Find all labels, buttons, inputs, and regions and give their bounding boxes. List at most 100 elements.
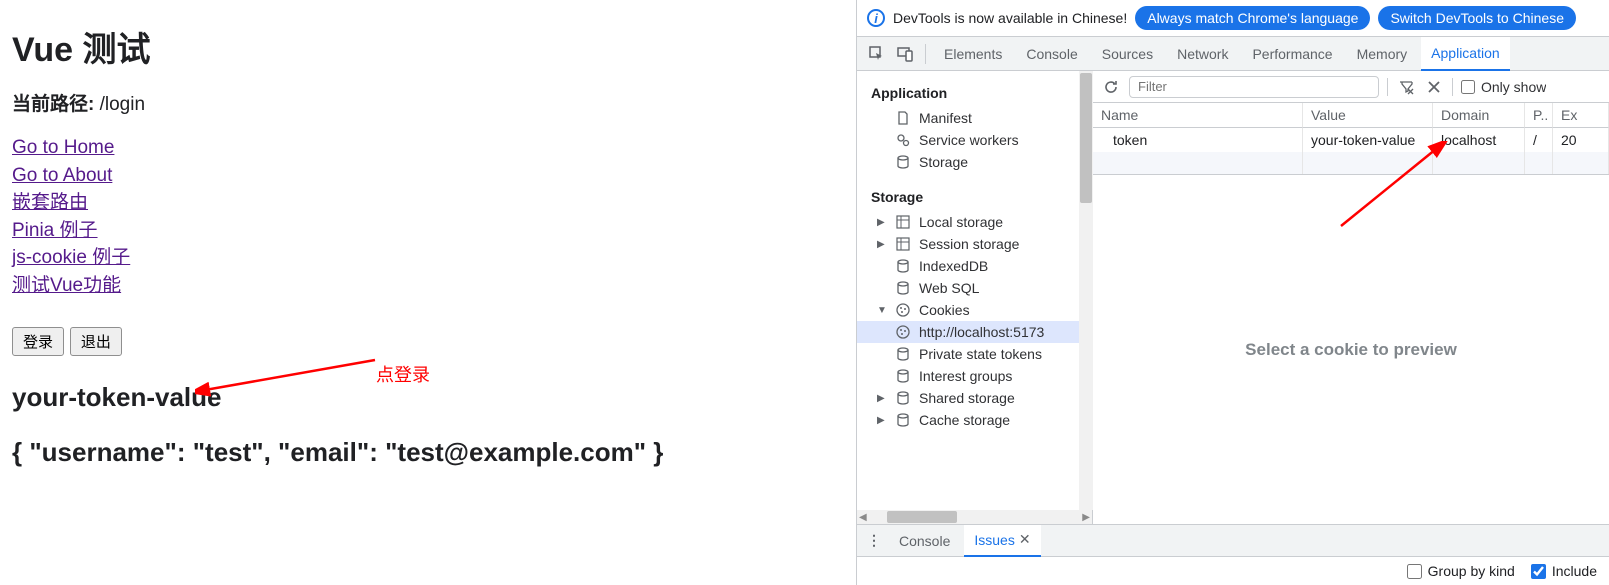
- sidebar-service-workers[interactable]: Service workers: [857, 129, 1093, 151]
- col-expires[interactable]: Ex: [1553, 103, 1609, 128]
- cookies-table: Name Value Domain P.. Ex token your-toke…: [1093, 103, 1609, 175]
- tab-performance[interactable]: Performance: [1242, 37, 1342, 71]
- route-value: /login: [100, 94, 145, 115]
- application-sidebar-wrapper: Application Manifest Service workers Sto…: [857, 71, 1093, 524]
- drawer-tab-console[interactable]: Console: [889, 525, 960, 557]
- cell-value: your-token-value: [1303, 128, 1433, 152]
- close-icon[interactable]: ✕: [1019, 531, 1031, 548]
- devtools-infobar: i DevTools is now available in Chinese! …: [857, 0, 1609, 37]
- sidebar-cache-storage[interactable]: ▶ Cache storage: [857, 409, 1093, 431]
- devtools-tabbar: Elements Console Sources Network Perform…: [857, 37, 1609, 71]
- auth-button-row: 登录 退出: [12, 327, 844, 356]
- pill-always-match[interactable]: Always match Chrome's language: [1135, 6, 1370, 30]
- tab-memory[interactable]: Memory: [1347, 37, 1418, 71]
- cookies-table-head: Name Value Domain P.. Ex: [1093, 103, 1609, 128]
- application-sidebar[interactable]: Application Manifest Service workers Sto…: [857, 71, 1093, 510]
- tab-console[interactable]: Console: [1016, 37, 1087, 71]
- cookie-icon: [895, 324, 911, 340]
- logout-button[interactable]: 退出: [70, 327, 122, 356]
- filter-input[interactable]: [1129, 76, 1379, 98]
- include-input[interactable]: [1531, 564, 1546, 579]
- info-icon: i: [867, 9, 885, 27]
- sidebar-cookie-origin[interactable]: http://localhost:5173: [857, 321, 1093, 343]
- sidebar-indexeddb[interactable]: IndexedDB: [857, 255, 1093, 277]
- tab-application[interactable]: Application: [1421, 37, 1510, 71]
- sidebar-interest-groups[interactable]: Interest groups: [857, 365, 1093, 387]
- devtools-panel: i DevTools is now available in Chinese! …: [856, 0, 1609, 585]
- cookie-icon: [895, 302, 911, 318]
- cookies-main: Only show Name Value Domain P.. Ex token…: [1093, 71, 1609, 524]
- grid-icon: [895, 214, 911, 230]
- sidebar-cookies[interactable]: ▼ Cookies: [857, 299, 1093, 321]
- cookies-toolbar: Only show: [1093, 71, 1609, 103]
- annotation-text: 点登录: [376, 361, 430, 387]
- sidebar-scrollbar[interactable]: [1079, 71, 1093, 510]
- infobar-text: DevTools is now available in Chinese!: [893, 10, 1127, 26]
- include-checkbox[interactable]: Include: [1531, 563, 1597, 579]
- separator: [1387, 78, 1388, 96]
- tab-network[interactable]: Network: [1167, 37, 1238, 71]
- sidebar-manifest[interactable]: Manifest: [857, 107, 1093, 129]
- clear-all-icon[interactable]: [1424, 77, 1444, 97]
- only-show-checkbox[interactable]: Only show: [1461, 79, 1546, 95]
- grid-icon: [895, 236, 911, 252]
- sidebar-websql[interactable]: Web SQL: [857, 277, 1093, 299]
- file-icon: [895, 110, 911, 126]
- device-toggle-icon[interactable]: [893, 42, 917, 66]
- devtools-body: Application Manifest Service workers Sto…: [857, 71, 1609, 524]
- clear-filter-icon[interactable]: [1396, 77, 1416, 97]
- sidebar-shared-storage[interactable]: ▶ Shared storage: [857, 387, 1093, 409]
- link-jscookie[interactable]: js-cookie 例子: [12, 244, 844, 272]
- sidebar-local-storage[interactable]: ▶ Local storage: [857, 211, 1093, 233]
- link-pinia[interactable]: Pinia 例子: [12, 217, 844, 245]
- separator: [925, 44, 926, 64]
- col-domain[interactable]: Domain: [1433, 103, 1525, 128]
- login-button[interactable]: 登录: [12, 327, 64, 356]
- group-by-kind-input[interactable]: [1407, 564, 1422, 579]
- group-by-kind-checkbox[interactable]: Group by kind: [1407, 563, 1515, 579]
- cell-expires: 20: [1553, 128, 1609, 152]
- gears-icon: [895, 132, 911, 148]
- sidebar-hscroll[interactable]: ◀▶: [857, 510, 1092, 524]
- database-icon: [895, 346, 911, 362]
- tab-elements[interactable]: Elements: [934, 37, 1012, 71]
- database-icon: [895, 280, 911, 296]
- nav-links: Go to Home Go to About 嵌套路由 Pinia 例子 js-…: [12, 134, 844, 299]
- section-application: Application: [857, 79, 1093, 107]
- refresh-icon[interactable]: [1101, 77, 1121, 97]
- database-icon: [895, 258, 911, 274]
- drawer-tabbar: ⋮ Console Issues ✕: [857, 525, 1609, 557]
- col-path[interactable]: P..: [1525, 103, 1553, 128]
- database-icon: [895, 154, 911, 170]
- sidebar-session-storage[interactable]: ▶ Session storage: [857, 233, 1093, 255]
- link-home[interactable]: Go to Home: [12, 134, 844, 162]
- route-display: 当前路径: /login: [12, 89, 844, 116]
- only-show-input[interactable]: [1461, 80, 1475, 94]
- database-icon: [895, 412, 911, 428]
- cookies-table-row[interactable]: token your-token-value localhost / 20: [1093, 128, 1609, 152]
- database-icon: [895, 390, 911, 406]
- cell-domain: localhost: [1433, 128, 1525, 152]
- col-value[interactable]: Value: [1303, 103, 1433, 128]
- drawer-body: Group by kind Include: [857, 557, 1609, 585]
- vue-app-panel: Vue 测试 当前路径: /login Go to Home Go to Abo…: [0, 0, 856, 585]
- pill-switch-chinese[interactable]: Switch DevTools to Chinese: [1378, 6, 1576, 30]
- cookies-empty-row: [1093, 152, 1609, 174]
- cell-path: /: [1525, 128, 1553, 152]
- devtools-drawer: ⋮ Console Issues ✕ Group by kind Include: [857, 524, 1609, 585]
- inspect-icon[interactable]: [865, 42, 889, 66]
- sidebar-private-state[interactable]: Private state tokens: [857, 343, 1093, 365]
- link-about[interactable]: Go to About: [12, 162, 844, 190]
- page-title: Vue 测试: [12, 22, 844, 71]
- col-name[interactable]: Name: [1093, 103, 1303, 128]
- link-testvue[interactable]: 测试Vue功能: [12, 272, 844, 300]
- link-nested[interactable]: 嵌套路由: [12, 189, 844, 217]
- tab-sources[interactable]: Sources: [1092, 37, 1163, 71]
- drawer-more-icon[interactable]: ⋮: [863, 532, 885, 549]
- drawer-tab-issues[interactable]: Issues ✕: [964, 525, 1040, 557]
- sidebar-storage-item[interactable]: Storage: [857, 151, 1093, 173]
- section-storage: Storage: [857, 183, 1093, 211]
- cell-name: token: [1093, 128, 1303, 152]
- user-display: { "username": "test", "email": "test@exa…: [12, 437, 844, 468]
- separator: [1452, 78, 1453, 96]
